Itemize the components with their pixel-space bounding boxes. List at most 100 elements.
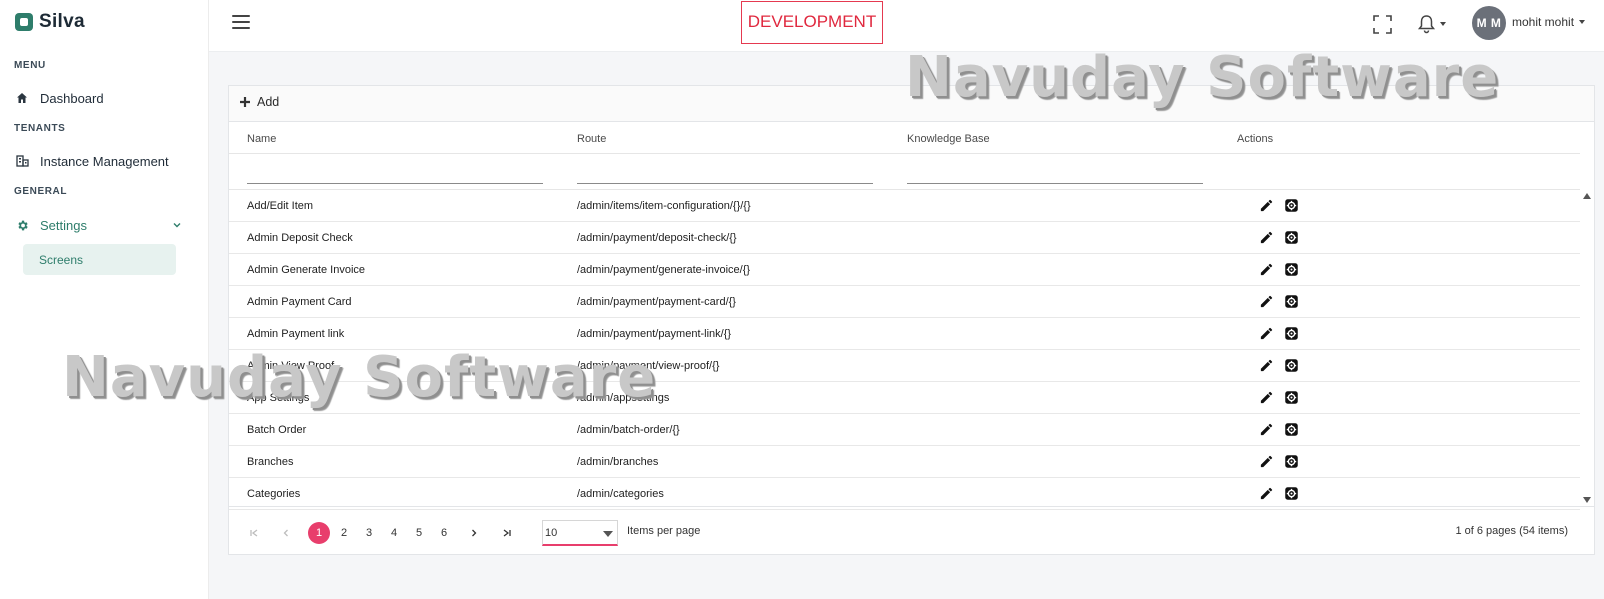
- add-button-label: Add: [257, 95, 280, 109]
- cell-route: /admin/batch-order/{}: [577, 424, 680, 436]
- column-header-name[interactable]: Name: [247, 133, 276, 145]
- cell-name: Admin Generate Invoice: [247, 264, 366, 276]
- table-row[interactable]: Admin Generate Invoice/admin/payment/gen…: [229, 254, 1580, 286]
- settings-gear-icon[interactable]: [1284, 390, 1299, 405]
- environment-badge: DEVELOPMENT: [741, 1, 883, 44]
- chevron-down-icon[interactable]: [172, 218, 182, 233]
- vertical-scrollbar[interactable]: [1580, 190, 1595, 506]
- cell-name: Admin Deposit Check: [247, 232, 353, 244]
- cell-route: /admin/payment/payment-link/{}: [577, 328, 732, 340]
- page-button[interactable]: 5: [408, 522, 430, 544]
- table-row[interactable]: Admin Payment link/admin/payment/payment…: [229, 318, 1580, 350]
- page-button[interactable]: 1: [308, 522, 330, 544]
- filter-knowledge-base-input[interactable]: [907, 164, 1203, 184]
- table-row[interactable]: App Settings/admin/appsettings: [229, 382, 1580, 414]
- caret-down-icon: [1579, 20, 1586, 24]
- first-page-icon: [250, 529, 258, 537]
- settings-gear-icon[interactable]: [1284, 198, 1299, 213]
- column-header-knowledge-base[interactable]: Knowledge Base: [907, 133, 990, 145]
- settings-gear-icon[interactable]: [1284, 230, 1299, 245]
- first-page-button[interactable]: [243, 522, 265, 544]
- edit-pencil-icon[interactable]: [1259, 326, 1274, 341]
- table-row[interactable]: Add/Edit Item/admin/items/item-configura…: [229, 190, 1580, 222]
- screens-grid: Add Name Route Knowledge Base Actions Ad…: [228, 85, 1595, 555]
- table-row[interactable]: Admin View Proof/admin/payment/view-proo…: [229, 350, 1580, 382]
- settings-gear-icon[interactable]: [1284, 358, 1299, 373]
- settings-gear-icon[interactable]: [1284, 294, 1299, 309]
- brand-name: Silva: [39, 11, 85, 32]
- brand[interactable]: Silva: [15, 11, 85, 33]
- page-size-select[interactable]: 10: [542, 520, 618, 546]
- edit-pencil-icon[interactable]: [1259, 262, 1274, 277]
- column-header-route[interactable]: Route: [577, 133, 606, 145]
- prev-page-button[interactable]: [275, 522, 297, 544]
- sidebar-item-label: Settings: [40, 217, 87, 233]
- scroll-down-icon[interactable]: [1583, 497, 1591, 503]
- sidebar-item-label: Screens: [39, 252, 84, 267]
- scroll-up-icon[interactable]: [1583, 193, 1591, 199]
- grid-header: Name Route Knowledge Base Actions: [229, 122, 1580, 154]
- edit-pencil-icon[interactable]: [1259, 486, 1274, 501]
- cell-route: /admin/payment/generate-invoice/{}: [577, 264, 751, 276]
- notifications-bell-icon[interactable]: [1417, 13, 1446, 35]
- table-row[interactable]: Admin Payment Card/admin/payment/payment…: [229, 286, 1580, 318]
- table-row[interactable]: Branches/admin/branches: [229, 446, 1580, 478]
- section-label-tenants: TENANTS: [14, 123, 66, 134]
- page-button[interactable]: 2: [333, 522, 355, 544]
- cell-name: Branches: [247, 456, 294, 468]
- next-page-button[interactable]: [463, 522, 485, 544]
- settings-gear-icon[interactable]: [1284, 262, 1299, 277]
- gear-icon: [14, 217, 30, 233]
- user-name: mohit mohit: [1512, 15, 1575, 29]
- page-button[interactable]: 4: [383, 522, 405, 544]
- cell-route: /admin/payment/view-proof/{}: [577, 360, 720, 372]
- sidebar-item-screens[interactable]: Screens: [23, 244, 176, 275]
- items-per-page-label: Items per page: [627, 525, 701, 537]
- table-row[interactable]: Batch Order/admin/batch-order/{}: [229, 414, 1580, 446]
- page-button[interactable]: 6: [433, 522, 455, 544]
- cell-name: Batch Order: [247, 424, 307, 436]
- page-size-value: 10: [545, 526, 558, 539]
- add-button[interactable]: Add: [239, 95, 279, 109]
- plus-icon: [240, 97, 250, 107]
- filter-route-input[interactable]: [577, 164, 873, 184]
- row-actions: [1259, 198, 1299, 213]
- page-button[interactable]: 3: [358, 522, 380, 544]
- avatar[interactable]: M M: [1472, 6, 1506, 40]
- building-icon: [14, 153, 30, 169]
- edit-pencil-icon[interactable]: [1259, 230, 1274, 245]
- cell-name: Categories: [247, 488, 301, 500]
- hamburger-menu-icon[interactable]: [232, 15, 250, 29]
- table-row[interactable]: Admin Deposit Check/admin/payment/deposi…: [229, 222, 1580, 254]
- sidebar-item-instance-management[interactable]: Instance Management: [14, 147, 182, 175]
- sidebar-item-settings[interactable]: Settings: [14, 211, 182, 239]
- dropdown-arrow-icon: [603, 531, 613, 537]
- edit-pencil-icon[interactable]: [1259, 358, 1274, 373]
- edit-pencil-icon[interactable]: [1259, 294, 1274, 309]
- settings-gear-icon[interactable]: [1284, 422, 1299, 437]
- filter-row: [229, 154, 1580, 190]
- edit-pencil-icon[interactable]: [1259, 422, 1274, 437]
- edit-pencil-icon[interactable]: [1259, 390, 1274, 405]
- edit-pencil-icon[interactable]: [1259, 454, 1274, 469]
- cell-route: /admin/branches: [577, 456, 659, 468]
- row-actions: [1259, 358, 1299, 373]
- user-menu[interactable]: mohit mohit: [1512, 15, 1586, 29]
- filter-name-input[interactable]: [247, 164, 543, 184]
- edit-pencil-icon[interactable]: [1259, 198, 1274, 213]
- last-page-button[interactable]: [496, 522, 518, 544]
- column-header-actions: Actions: [1237, 133, 1274, 145]
- caret-down-icon: [1440, 22, 1446, 26]
- row-actions: [1259, 294, 1299, 309]
- grid-toolbar: Add: [229, 86, 1594, 122]
- settings-gear-icon[interactable]: [1284, 486, 1299, 501]
- row-actions: [1259, 486, 1299, 501]
- sidebar-item-dashboard[interactable]: Dashboard: [14, 84, 182, 112]
- grid-rows: Add/Edit Item/admin/items/item-configura…: [229, 190, 1580, 510]
- settings-gear-icon[interactable]: [1284, 454, 1299, 469]
- settings-gear-icon[interactable]: [1284, 326, 1299, 341]
- cell-name: Admin Payment Card: [247, 296, 352, 308]
- page-info: 1 of 6 pages (54 items): [1455, 525, 1568, 537]
- fullscreen-icon[interactable]: [1373, 13, 1392, 35]
- section-label-menu: MENU: [14, 60, 46, 71]
